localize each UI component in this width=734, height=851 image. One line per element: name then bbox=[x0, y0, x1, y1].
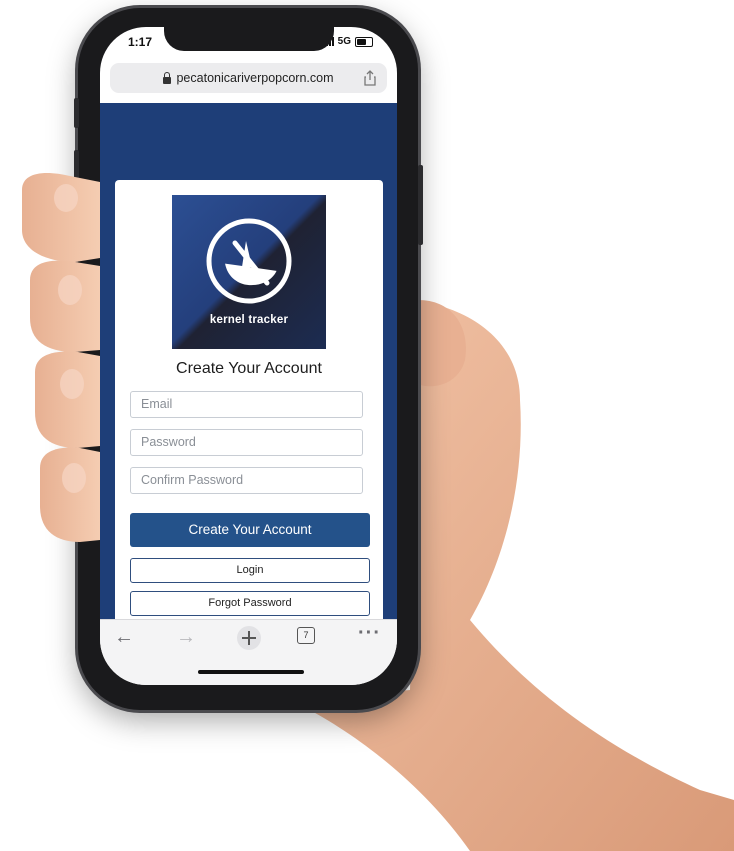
login-button[interactable]: Login bbox=[130, 558, 370, 583]
email-field[interactable] bbox=[130, 391, 363, 418]
confirm-password-field[interactable] bbox=[130, 467, 363, 494]
phone-side-button bbox=[74, 98, 79, 128]
share-icon[interactable] bbox=[363, 70, 377, 86]
battery-icon bbox=[355, 36, 373, 47]
network-label: 5G bbox=[337, 36, 351, 47]
forward-arrow-icon[interactable]: → bbox=[176, 626, 196, 649]
plus-icon[interactable] bbox=[236, 625, 262, 651]
more-icon[interactable]: ··· bbox=[358, 622, 381, 645]
lock-icon bbox=[163, 71, 172, 84]
create-account-button[interactable]: Create Your Account bbox=[130, 513, 370, 547]
forgot-password-button[interactable]: Forgot Password bbox=[130, 591, 370, 616]
url-bar[interactable]: pecatonicariverpopcorn.com bbox=[110, 63, 387, 93]
home-indicator bbox=[198, 670, 304, 674]
phone-side-button bbox=[74, 150, 79, 205]
form-title: Create Your Account bbox=[176, 360, 322, 377]
browser-toolbar: ← → 7 ··· bbox=[100, 619, 397, 685]
phone-screen: 1:17 5G pecatonicariverpopcorn.com kerne… bbox=[100, 27, 397, 685]
canoe-icon bbox=[206, 218, 292, 304]
status-time: 1:17 bbox=[128, 35, 153, 49]
back-arrow-icon[interactable]: ← bbox=[114, 626, 134, 649]
phone-notch bbox=[164, 27, 334, 51]
password-field[interactable] bbox=[130, 429, 363, 456]
kernel-tracker-logo: kernel tracker bbox=[172, 195, 326, 349]
url-text: pecatonicariverpopcorn.com bbox=[176, 71, 334, 85]
phone-side-button bbox=[418, 165, 423, 245]
signup-card: kernel tracker Create Your Account Creat… bbox=[115, 180, 383, 625]
tabs-icon[interactable]: 7 bbox=[297, 627, 315, 644]
logo-text: kernel tracker bbox=[209, 314, 289, 326]
